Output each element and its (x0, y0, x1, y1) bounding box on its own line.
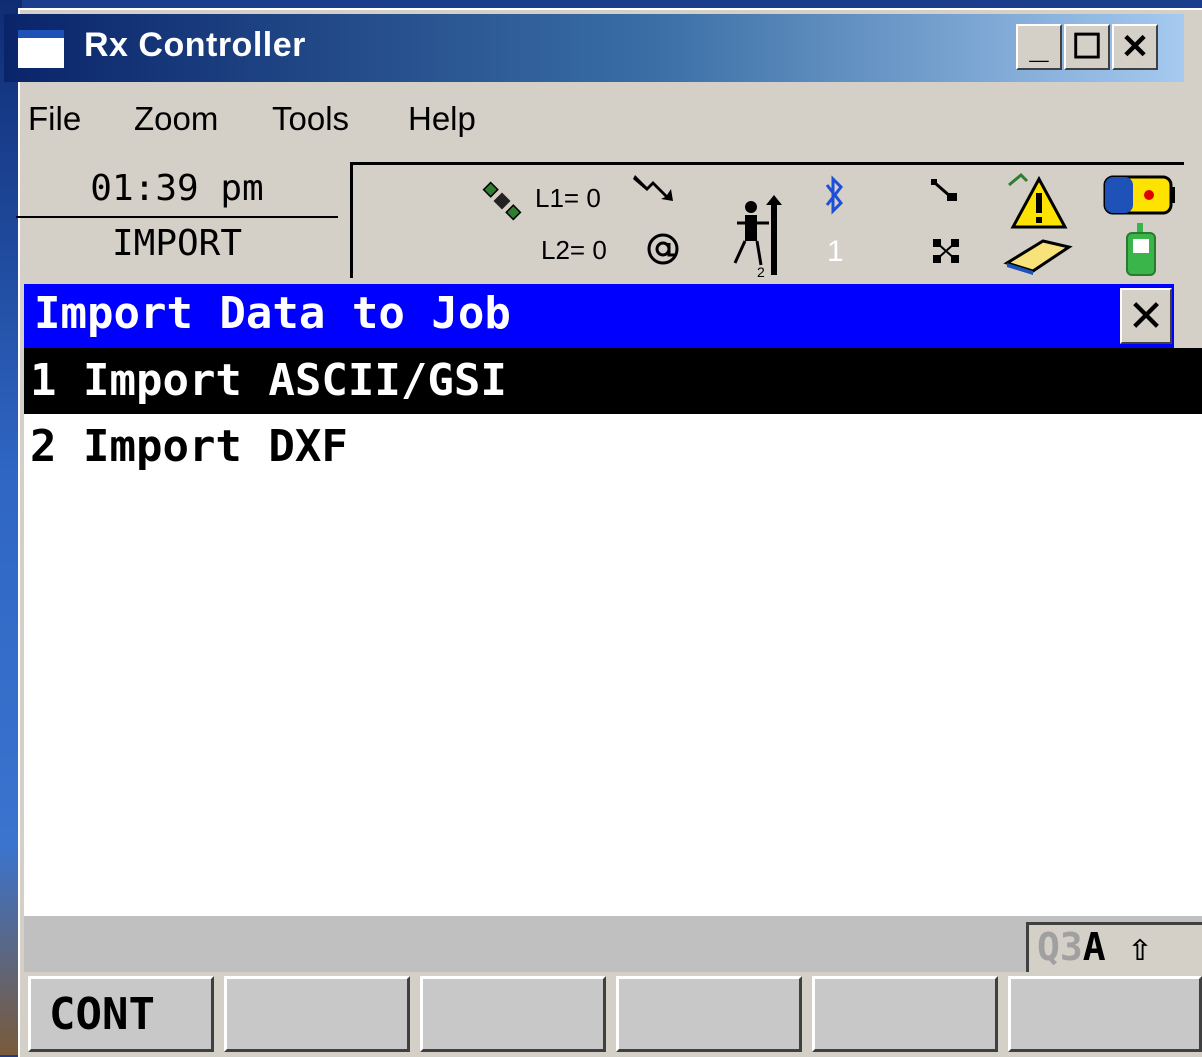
maximize-icon: ☐ (1071, 28, 1103, 66)
battery-icon (1103, 175, 1175, 215)
menu-file[interactable]: File (28, 100, 81, 138)
menu-bar: File Zoom Tools Help (4, 96, 1184, 152)
minimize-button[interactable]: _ (1016, 24, 1062, 70)
bluetooth-icon[interactable] (819, 175, 849, 215)
warning-icon[interactable] (1003, 171, 1073, 275)
close-icon: ✕ (1127, 291, 1165, 341)
shift-icon: ⇧ (1128, 925, 1152, 969)
input-mode-bar: Q3A ⇧ (24, 916, 1202, 972)
signal-arrow-icon (633, 175, 673, 201)
f3-button[interactable] (420, 976, 606, 1052)
close-window-button[interactable]: ✕ (1112, 24, 1158, 70)
l2-count: L2= 0 (541, 235, 607, 265)
f5-button[interactable] (812, 976, 998, 1052)
satellite-icon[interactable] (477, 179, 527, 223)
close-icon: ✕ (1120, 28, 1150, 66)
menu-zoom[interactable]: Zoom (134, 100, 218, 138)
window-title: Rx Controller (84, 26, 306, 64)
status-bar: 01:39 pm IMPORT L1= 0 L2= 0 2 1 (4, 158, 1184, 280)
svg-text:2: 2 (757, 264, 765, 277)
alpha-mode-indicator: A (1082, 925, 1106, 969)
minimize-icon: _ (1029, 27, 1049, 66)
network-icon[interactable] (927, 175, 967, 271)
dialog-close-button[interactable]: ✕ (1120, 288, 1172, 344)
f4-button[interactable] (616, 976, 802, 1052)
menu-option-import-dxf[interactable]: 2 Import DXF (24, 414, 1202, 480)
dialog-title: Import Data to Job (34, 288, 511, 339)
status-icons-panel: L1= 0 L2= 0 2 1 (350, 162, 1184, 278)
l1-count: L1= 0 (535, 183, 601, 213)
f2-button[interactable] (224, 976, 410, 1052)
clock-time: 01:39 pm (90, 168, 264, 209)
at-sign-icon (647, 233, 679, 265)
bluetooth-device-count: 1 (827, 235, 844, 268)
menu-help[interactable]: Help (408, 100, 476, 138)
import-menu-list: 1 Import ASCII/GSI 2 Import DXF (24, 348, 1202, 916)
surveyor-icon[interactable]: 2 (729, 193, 789, 277)
menu-tools[interactable]: Tools (272, 100, 349, 138)
current-mode: IMPORT (111, 223, 243, 264)
maximize-button[interactable]: ☐ (1064, 24, 1110, 70)
f6-button[interactable] (1008, 976, 1202, 1052)
time-mode-block: 01:39 pm IMPORT (12, 164, 342, 274)
input-mode-indicator: Q3A ⇧ (1026, 922, 1202, 972)
dialog-title-bar: Import Data to Job ✕ (24, 284, 1174, 348)
controller-icon (1126, 223, 1156, 276)
menu-option-import-ascii-gsi[interactable]: 1 Import ASCII/GSI (24, 348, 1202, 414)
title-bar[interactable]: Rx Controller _ ☐ ✕ (4, 14, 1184, 82)
quality-indicator: Q3 (1037, 925, 1083, 969)
function-key-bar: CONT (24, 974, 1202, 1055)
f1-cont-button[interactable]: CONT (28, 976, 214, 1052)
app-window-icon (18, 30, 64, 68)
